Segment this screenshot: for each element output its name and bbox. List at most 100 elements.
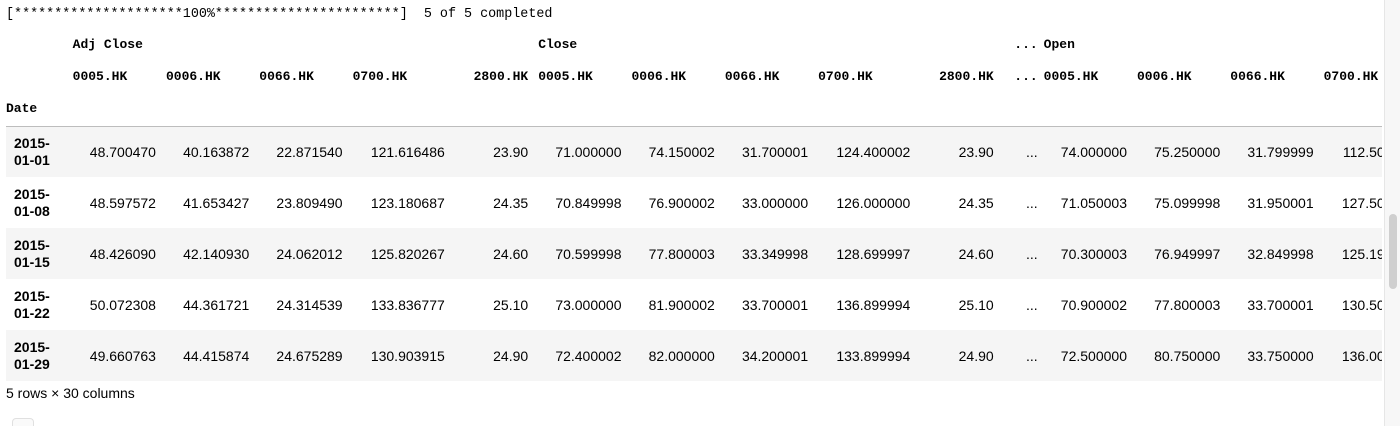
table-cell: 44.415874: [183, 347, 250, 364]
table-cell: 42.140930: [183, 245, 250, 262]
table-cell: 74.000000: [1060, 143, 1127, 160]
group-adj-close-header: Adj Close: [72, 36, 143, 52]
table-row: 2015- 01-29 49.660763 44.415874 24.675289 130…: [6, 330, 1382, 381]
ticker-header-row: 0005.HK 0006.HK 0066.HK 0700.HK 2800.HK 0005.…: [6, 60, 1382, 92]
group-ellipsis-header: ...: [1014, 36, 1038, 52]
table-cell: 24.60: [493, 245, 529, 262]
dataframe-container: Adj CloseClose...OpenVe 0005.HK0006.HK00…: [6, 28, 1382, 381]
table-cell: 33.750000: [1247, 347, 1314, 364]
table-cell: 124.400002: [836, 143, 911, 160]
table-row: 2015- 01-08 48.597572 41.653427 23.809490 123…: [6, 177, 1382, 228]
row-date-index: 2015- 01-01: [14, 134, 50, 168]
table-cell: 73.000000: [555, 296, 622, 313]
ticker-header: 0700.HK: [1323, 68, 1379, 84]
table-cell: 49.660763: [89, 347, 156, 364]
table-cell: 133.899994: [836, 347, 911, 364]
table-cell: 41.653427: [183, 194, 250, 211]
table-cell: 48.426090: [89, 245, 156, 262]
ticker-header: 0066.HK: [259, 68, 314, 84]
ticker-header: 2800.HK: [473, 68, 529, 84]
notebook-output: [*********************100%**************…: [0, 0, 1400, 426]
table-cell: 24.90: [958, 347, 994, 364]
table-cell: 123.180687: [370, 194, 445, 211]
table-cell: 24.35: [958, 194, 994, 211]
table-cell: 72.500000: [1060, 347, 1127, 364]
table-cell: ...: [1026, 194, 1038, 211]
table-cell: 77.800003: [1154, 296, 1221, 313]
group-close-header: Close: [538, 36, 578, 52]
row-date-index: 2015- 01-15: [14, 236, 50, 270]
ticker-header: 0005.HK: [1043, 68, 1099, 84]
index-name-date: Date: [6, 101, 38, 117]
table-cell: 33.000000: [741, 194, 809, 211]
table-cell: 40.163872: [183, 143, 250, 160]
group-open-header: Open: [1043, 36, 1075, 52]
table-cell: 121.616486: [370, 143, 445, 160]
table-cell: 48.700470: [89, 143, 156, 160]
table-cell: 81.900002: [648, 296, 715, 313]
table-cell: 32.849998: [1247, 245, 1314, 262]
table-cell: 24.60: [958, 245, 994, 262]
table-cell: 33.700001: [741, 296, 809, 313]
table-cell: 31.799999: [1247, 143, 1314, 160]
table-cell: 125.820267: [370, 245, 445, 262]
table-cell: 44.361721: [183, 296, 250, 313]
table-cell: 70.849998: [555, 194, 622, 211]
table-cell: ...: [1026, 143, 1038, 160]
ticker-header: 0005.HK: [538, 68, 593, 84]
table-cell: 50.072308: [89, 296, 156, 313]
index-name-row: Date: [6, 92, 1382, 126]
table-cell: 127.500000: [1341, 194, 1382, 211]
ticker-header: 0700.HK: [818, 68, 873, 84]
table-cell: 71.000000: [555, 143, 622, 160]
table-cell: 31.700001: [741, 143, 809, 160]
table-cell: 70.900002: [1060, 296, 1127, 313]
dataframe-body: 2015- 01-01 48.700470 40.163872 22.871540 121…: [6, 126, 1382, 381]
ticker-header: ...: [1014, 68, 1038, 84]
table-cell: 70.300003: [1060, 245, 1127, 262]
table-cell: 33.700001: [1247, 296, 1314, 313]
table-cell: 25.10: [493, 296, 529, 313]
ticker-header: 0006.HK: [1136, 68, 1192, 84]
table-cell: 112.500000: [1342, 143, 1382, 160]
table-cell: 25.10: [958, 296, 994, 313]
ticker-header: 2800.HK: [939, 68, 994, 84]
table-cell: 74.150002: [648, 143, 715, 160]
table-cell: 133.836777: [370, 296, 445, 313]
table-cell: 77.800003: [648, 245, 715, 262]
download-progress-line: [*********************100%**************…: [6, 7, 553, 22]
table-cell: 24.35: [493, 194, 529, 211]
table-cell: 76.900002: [648, 194, 715, 211]
ticker-header: 0006.HK: [631, 68, 687, 84]
output-toggle-icon[interactable]: [12, 418, 34, 426]
table-row: 2015- 01-15 48.426090 42.140930 24.062012 125…: [6, 228, 1382, 279]
table-cell: 31.950001: [1247, 194, 1314, 211]
table-cell: ...: [1026, 245, 1038, 262]
ticker-header: 0066.HK: [724, 68, 780, 84]
dataframe-table: Adj CloseClose...OpenVe 0005.HK0006.HK00…: [6, 28, 1382, 381]
table-cell: ...: [1026, 347, 1038, 364]
vertical-scrollbar[interactable]: [1384, 0, 1400, 426]
ticker-header: 0006.HK: [165, 68, 221, 84]
table-cell: 75.099998: [1154, 194, 1221, 211]
table-row: 2015- 01-01 48.700470 40.163872 22.871540 121…: [6, 126, 1382, 177]
table-cell: 71.050003: [1060, 194, 1127, 211]
scrollbar-thumb[interactable]: [1389, 214, 1397, 289]
table-cell: 126.000000: [836, 194, 911, 211]
table-cell: 136.000000: [1341, 347, 1382, 364]
ticker-header: 0700.HK: [352, 68, 408, 84]
table-cell: 125.199997: [1341, 245, 1382, 262]
table-cell: 80.750000: [1154, 347, 1221, 364]
table-cell: 24.90: [493, 347, 529, 364]
table-cell: 33.349998: [741, 245, 809, 262]
ticker-header: 0066.HK: [1230, 68, 1285, 84]
table-cell: 128.699997: [836, 245, 911, 262]
table-cell: 23.809490: [276, 194, 343, 211]
table-cell: ...: [1026, 296, 1038, 313]
table-cell: 72.400002: [555, 347, 622, 364]
column-group-header-row: Adj CloseClose...OpenVe: [6, 28, 1382, 60]
ticker-header: 0005.HK: [72, 68, 128, 84]
table-cell: 130.903915: [370, 347, 445, 364]
table-cell: 82.000000: [648, 347, 715, 364]
table-cell: 23.90: [958, 143, 994, 160]
